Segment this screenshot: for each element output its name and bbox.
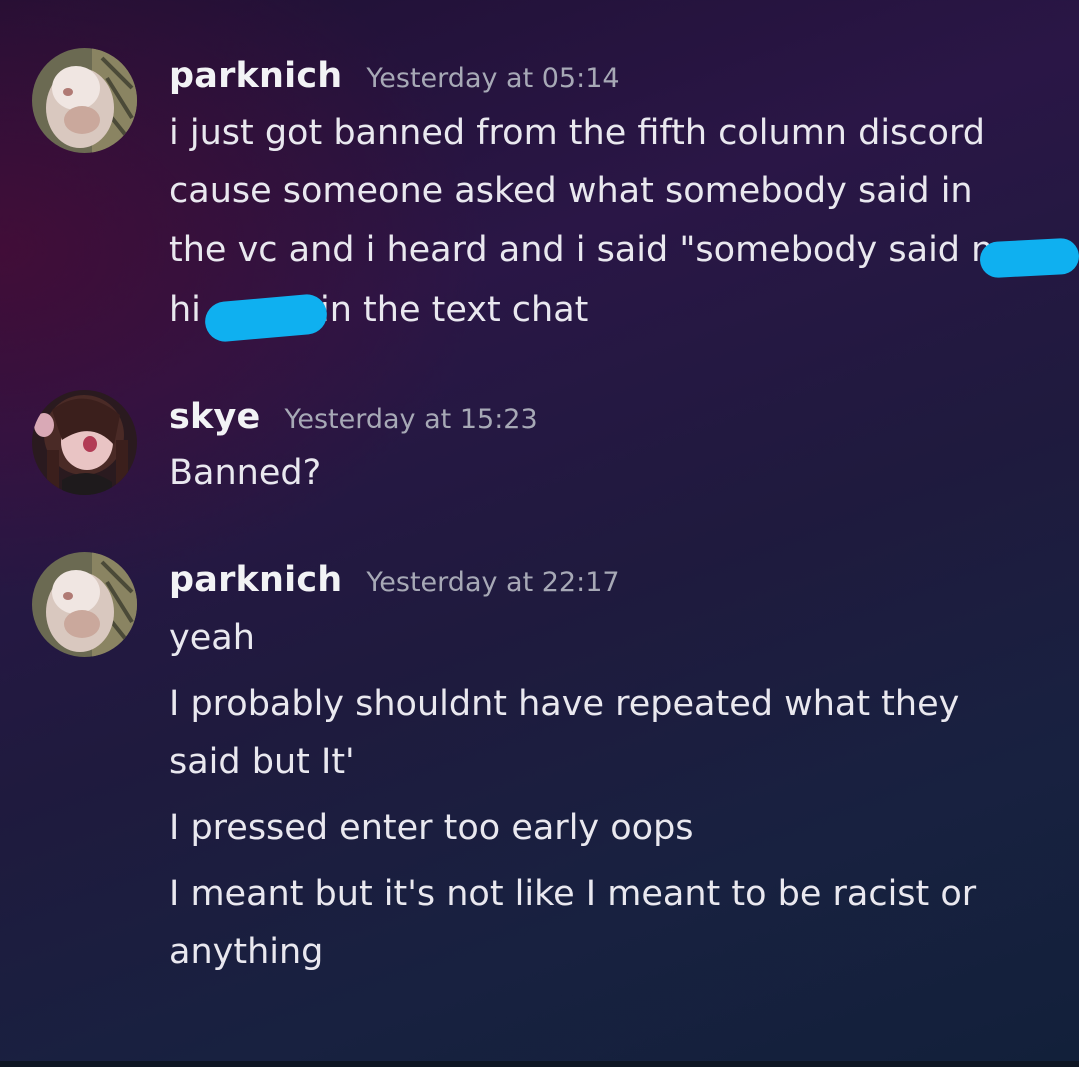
message-text: I pressed enter too early oops [169, 808, 694, 848]
redaction-mark [203, 292, 329, 344]
message-text: yeah [169, 618, 255, 658]
bottom-divider [0, 1061, 1079, 1067]
user-avatar[interactable] [32, 48, 137, 153]
message-text: Banned? [169, 453, 322, 493]
message-text: anything [169, 932, 324, 972]
username[interactable]: skye [169, 397, 260, 437]
user-avatar[interactable] [32, 552, 137, 657]
message-text: said but It' [169, 742, 355, 782]
timestamp: Yesterday at 05:14 [366, 63, 620, 94]
message-text: cause someone asked what somebody said i… [169, 171, 973, 211]
message-text: I probably shouldnt have repeated what t… [169, 684, 960, 724]
username[interactable]: parknich [169, 560, 342, 600]
message-text: the vc and i heard and i said "somebody … [169, 230, 994, 270]
message-text: i just got banned from the fifth column … [169, 113, 985, 153]
timestamp: Yesterday at 15:23 [284, 404, 538, 435]
user-avatar[interactable] [32, 390, 137, 495]
redaction-mark [979, 237, 1079, 279]
message-text: I meant but it's not like I meant to be … [169, 874, 977, 914]
message-text: in the text chat [320, 290, 589, 330]
message-text: hi [169, 290, 201, 330]
username[interactable]: parknich [169, 56, 342, 96]
timestamp: Yesterday at 22:17 [366, 567, 620, 598]
